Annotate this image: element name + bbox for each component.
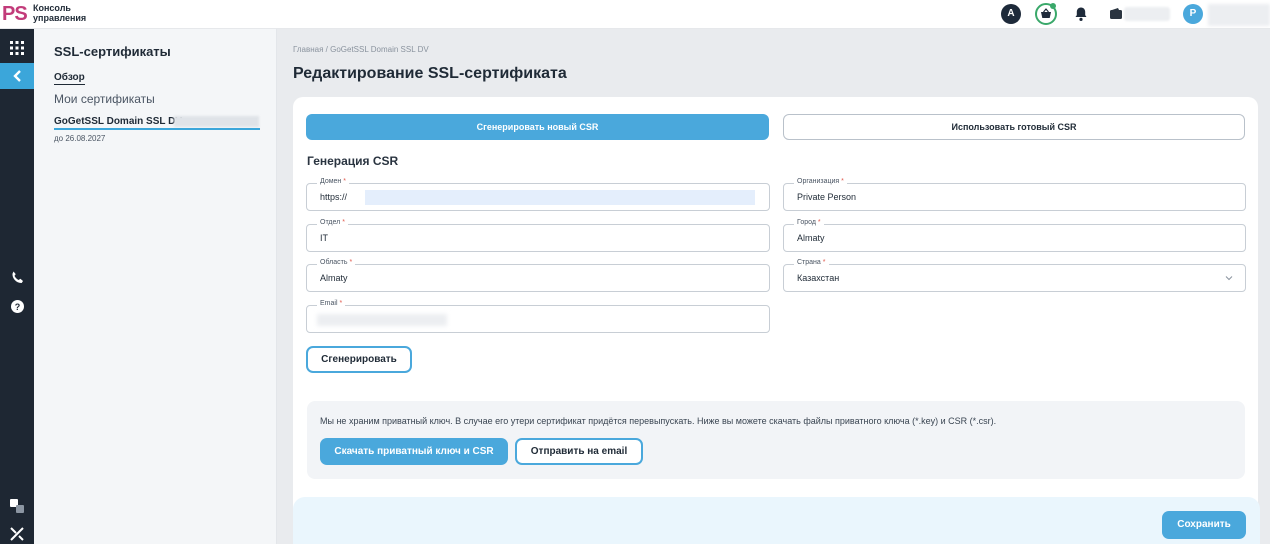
domain-redacted xyxy=(365,190,755,205)
balance-redacted xyxy=(1124,7,1170,21)
basket-icon xyxy=(1041,8,1051,18)
top-bar: PS Консоль управления A P xyxy=(0,0,1270,29)
sidebar-item-my-certificates[interactable]: Мои сертификаты xyxy=(54,92,155,106)
city-value: Almaty xyxy=(797,233,825,243)
csr-card: Сгенерировать новый CSR Использовать гот… xyxy=(293,97,1258,544)
section-sidebar: SSL-сертификаты Обзор Мои сертификаты Go… xyxy=(34,29,277,544)
generate-csr-tab[interactable]: Сгенерировать новый CSR xyxy=(306,114,769,140)
support-phone-button[interactable] xyxy=(0,264,34,290)
left-rail: ? xyxy=(0,29,34,544)
private-key-info-text: Мы не храним приватный ключ. В случае ег… xyxy=(320,416,997,426)
page-title: Редактирование SSL-сертификата xyxy=(293,65,567,82)
region-field[interactable]: Область * Almaty xyxy=(306,259,770,292)
bell-icon[interactable] xyxy=(1074,6,1088,22)
main-content: Главная / GoGetSSL Domain SSL DV Редакти… xyxy=(277,29,1270,544)
email-redacted xyxy=(317,314,447,326)
phone-icon xyxy=(11,271,23,283)
download-key-csr-button[interactable]: Скачать приватный ключ и CSR xyxy=(320,438,508,465)
organization-value: Private Person xyxy=(797,192,857,202)
country-label: Страна * xyxy=(794,259,829,266)
domain-label: Домен * xyxy=(317,178,349,185)
question-circle-icon: ? xyxy=(10,299,24,313)
email-field[interactable]: Email * xyxy=(306,300,770,333)
cart-badge-dot xyxy=(1050,3,1056,9)
private-key-info-box: Мы не храним приватный ключ. В случае ег… xyxy=(307,401,1245,479)
email-label: Email * xyxy=(317,300,346,307)
sidebar-title: SSL-сертификаты xyxy=(54,44,171,59)
collapse-sidebar-button[interactable] xyxy=(0,63,34,89)
country-value: Казахстан xyxy=(797,273,840,283)
department-field[interactable]: Отдел * IT xyxy=(306,219,770,252)
region-label: Область * xyxy=(317,259,356,266)
app-title-line1: Консоль xyxy=(33,3,71,13)
help-button[interactable]: ? xyxy=(0,293,34,319)
save-button[interactable]: Сохранить xyxy=(1162,511,1246,539)
country-select[interactable]: Страна * Казахстан xyxy=(783,259,1246,292)
breadcrumb[interactable]: Главная / GoGetSSL Domain SSL DV xyxy=(293,45,429,54)
apps-grid-button[interactable] xyxy=(0,35,34,61)
svg-text:?: ? xyxy=(14,302,20,312)
tools-icon xyxy=(10,527,24,541)
app-title-line2: управления xyxy=(33,13,87,23)
profile-avatar[interactable]: P xyxy=(1183,4,1203,24)
wallet-icon[interactable] xyxy=(1110,8,1122,19)
sidebar-item-overview[interactable]: Обзор xyxy=(54,72,85,85)
organization-label: Организация * xyxy=(794,178,847,185)
chevron-down-icon xyxy=(1225,276,1233,281)
tools-button[interactable] xyxy=(0,521,34,544)
grid-icon xyxy=(10,41,24,55)
organization-field[interactable]: Организация * Private Person xyxy=(783,178,1246,211)
app-logo[interactable]: PS xyxy=(2,3,28,25)
department-value: IT xyxy=(320,233,328,243)
generate-button[interactable]: Сгенерировать xyxy=(306,346,412,373)
section-title: Генерация CSR xyxy=(307,154,399,168)
account-avatar[interactable]: A xyxy=(1001,4,1021,24)
profile-name-redacted xyxy=(1208,4,1270,26)
footer-action-bar: Сохранить xyxy=(293,497,1260,544)
certificate-domain-redacted xyxy=(174,116,259,127)
translate-icon xyxy=(10,499,24,513)
domain-field[interactable]: Домен * https:// xyxy=(306,178,770,211)
city-label: Город * xyxy=(794,219,824,226)
language-button[interactable] xyxy=(0,493,34,519)
use-existing-csr-tab[interactable]: Использовать готовый CSR xyxy=(783,114,1245,140)
active-item-underline xyxy=(54,128,260,130)
department-label: Отдел * xyxy=(317,219,348,226)
city-field[interactable]: Город * Almaty xyxy=(783,219,1246,252)
domain-value: https:// xyxy=(320,192,348,202)
send-to-email-button[interactable]: Отправить на email xyxy=(515,438,643,465)
sidebar-item-certificate[interactable]: GoGetSSL Domain SSL DV xyxy=(54,116,182,127)
region-value: Almaty xyxy=(320,273,348,283)
chevron-left-icon xyxy=(13,70,21,82)
app-title[interactable]: Консоль управления xyxy=(33,3,86,23)
certificate-valid-until: до 26.08.2027 xyxy=(54,134,106,143)
